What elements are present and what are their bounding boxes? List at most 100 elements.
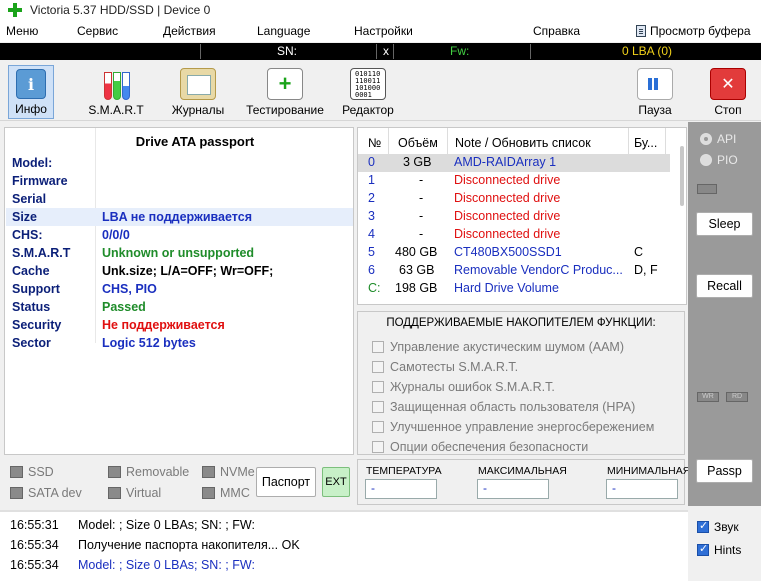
drive-number: 1 [368, 173, 375, 187]
feature-label: Самотесты S.M.A.R.T. [390, 360, 519, 374]
drive-row[interactable]: 0 3 GB AMD-RAIDArray 1 [358, 154, 670, 172]
feature-security: Опции обеспечения безопасности [372, 440, 588, 454]
type-label: MMC [220, 486, 250, 500]
type-label: SSD [28, 465, 54, 479]
testing-button-label: Тестирование [246, 103, 324, 117]
pio-radio[interactable]: PIO [700, 153, 738, 167]
drive-size: 480 GB [395, 245, 438, 259]
drive-list-scrollbar[interactable] [680, 146, 684, 206]
passport-row-size[interactable]: Size LBA не поддерживается [6, 208, 353, 226]
sound-checkbox[interactable]: Звук [697, 519, 739, 534]
api-radio-label: API [717, 132, 737, 146]
hints-checkbox[interactable]: Hints [697, 542, 742, 557]
feature-checkbox [372, 361, 384, 373]
drive-size: - [419, 209, 424, 223]
type-removable: Removable [108, 465, 189, 479]
recall-button[interactable]: Recall [696, 274, 753, 298]
journals-button[interactable]: Журналы [160, 65, 236, 119]
hints-label: Hints [714, 543, 742, 557]
type-satadev: SATA dev [10, 486, 82, 500]
clipboard-view-button[interactable]: Просмотр буфера [636, 24, 751, 38]
clipboard-view-label: Просмотр буфера [650, 24, 751, 38]
first-aid-icon [267, 68, 303, 100]
sleep-button[interactable]: Sleep [696, 212, 753, 236]
log-message: Model: ; Size 0 LBAs; SN: ; FW: [78, 518, 255, 532]
type-label: SATA dev [28, 486, 82, 500]
binary-editor-icon: 010110 110011 101000 0001 [350, 68, 386, 100]
drive-row[interactable]: C: 198 GB Hard Drive Volume [358, 280, 670, 298]
passport-value: Unk.size; L/A=OFF; Wr=OFF; [102, 264, 274, 278]
feature-checkbox [372, 341, 384, 353]
drive-row[interactable]: 1 - Disconnected drive [358, 172, 670, 190]
strip-divider [376, 44, 377, 59]
menu-item-language[interactable]: Language [257, 24, 310, 38]
feature-checkbox [372, 441, 384, 453]
drive-row[interactable]: 4 - Disconnected drive [358, 226, 670, 244]
testing-button[interactable]: Тестирование [243, 65, 327, 119]
indicator-square [202, 466, 215, 478]
radio-circle [700, 133, 712, 145]
info-button[interactable]: Инфо [8, 65, 54, 119]
drive-row[interactable]: 5 480 GB CT480BX500SSD1 C [358, 244, 670, 262]
passport-value: Logic 512 bytes [102, 336, 196, 350]
api-radio[interactable]: API [700, 132, 736, 146]
passport-row-status: Status Passed [6, 298, 353, 316]
drive-note: Disconnected drive [454, 191, 561, 205]
menu-item-settings[interactable]: Настройки [354, 24, 413, 38]
device-info-strip: SN: x Fw: 0 LBA (0) [0, 43, 761, 60]
feature-aam: Управление акустическим шумом (AAM) [372, 340, 624, 354]
drive-row[interactable]: 2 - Disconnected drive [358, 190, 670, 208]
editor-button[interactable]: 010110 110011 101000 0001 Редактор [330, 65, 406, 119]
menu-bar: Меню Сервис Действия Language Настройки … [0, 20, 761, 42]
log-time: 16:55:34 [10, 538, 59, 552]
supported-features-panel: ПОДДЕРЖИВАЕМЫЕ НАКОПИТЕЛЕМ ФУНКЦИИ: Упра… [357, 311, 685, 455]
menu-item-help[interactable]: Справка [533, 24, 580, 38]
status-indicator [697, 184, 717, 194]
sn-label: SN: [277, 44, 298, 58]
drive-note: Removable VendorC Produc... [454, 263, 623, 277]
radio-circle [700, 154, 712, 166]
menu-item-actions[interactable]: Действия [163, 24, 216, 38]
drive-number: 0 [368, 155, 375, 169]
drive-list: № Объём Note / Обновить список Бу... 03 … [357, 127, 687, 305]
temp-current-value: - [365, 479, 437, 499]
pause-icon [637, 68, 673, 100]
drive-size: - [419, 191, 424, 205]
sn-close[interactable]: x [383, 43, 389, 60]
passport-row-cache: Cache Unk.size; L/A=OFF; Wr=OFF; [6, 262, 353, 280]
passport-value: Не поддерживается [102, 318, 225, 332]
passport-key: Status [12, 300, 51, 314]
passport-key: S.M.A.R.T [12, 246, 71, 260]
type-label: Removable [126, 465, 190, 479]
fw-label: Fw: [450, 44, 470, 58]
side-control-panel: API PIO Sleep Recall WR RD Passp [688, 122, 761, 506]
drive-note: Hard Drive Volume [454, 281, 559, 295]
passport-row-serial: Serial [6, 190, 353, 208]
feature-label: Опции обеспечения безопасности [390, 440, 589, 454]
log-entry: 16:55:34 Model: ; Size 0 LBAs; SN: ; FW: [10, 558, 255, 572]
drive-row[interactable]: 3 - Disconnected drive [358, 208, 670, 226]
passport-key: Model: [12, 156, 53, 170]
drive-row[interactable]: 6 63 GB Removable VendorC Produc... D, F [358, 262, 670, 280]
info-button-label: Инфо [15, 102, 47, 116]
drive-number: 5 [368, 245, 375, 259]
victoria-app-icon [8, 3, 22, 17]
strip-divider [393, 44, 394, 59]
passport-key: Serial [12, 192, 47, 206]
log-time: 16:55:31 [10, 518, 59, 532]
stop-button[interactable]: Стоп [690, 65, 761, 119]
ext-button[interactable]: EXT [322, 467, 350, 497]
passport-key: Cache [12, 264, 50, 278]
passport-value: LBA не поддерживается [102, 210, 252, 224]
passport-button[interactable]: Паспорт [256, 467, 316, 497]
passp-button[interactable]: Passp [696, 459, 753, 483]
pause-button[interactable]: Пауза [617, 65, 693, 119]
strip-divider [530, 44, 531, 59]
smart-button[interactable]: S.M.A.R.T [78, 65, 154, 119]
drive-number: 6 [368, 263, 375, 277]
temp-current-label: ТЕМПЕРАТУРА [366, 465, 442, 477]
indicator-square [108, 487, 121, 499]
menu-item-service[interactable]: Сервис [77, 24, 118, 38]
menu-item-menu[interactable]: Меню [6, 24, 38, 38]
clipboard-icon [636, 25, 646, 37]
